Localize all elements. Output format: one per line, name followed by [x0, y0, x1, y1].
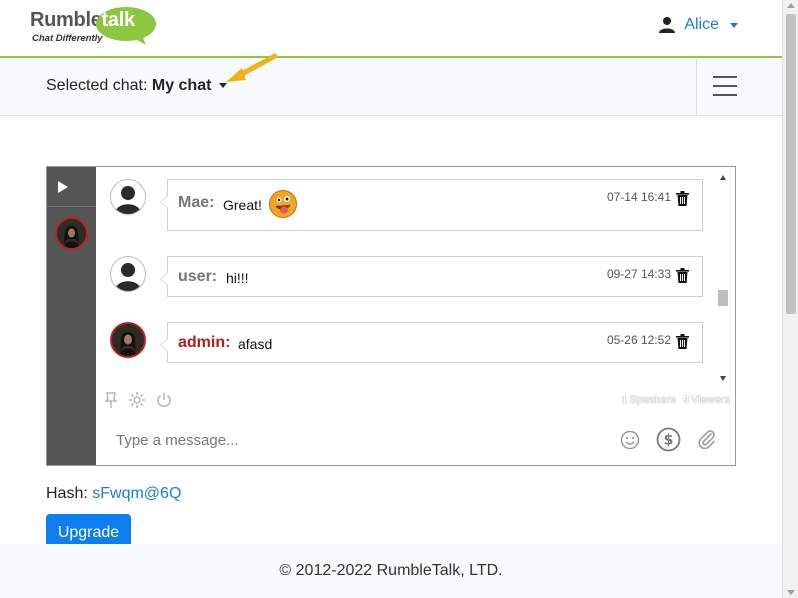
selected-chat-name: My chat [151, 77, 212, 94]
logo-wordmark: Rumbletalk [30, 9, 135, 32]
pin-icon[interactable] [102, 391, 120, 409]
message-list[interactable]: Mae: Great! 07-14 16:41 user: hi!!! 09-2… [96, 167, 736, 387]
expand-sidebar-button[interactable] [47, 167, 96, 207]
default-avatar[interactable] [110, 179, 146, 215]
chevron-down-icon [730, 22, 738, 28]
admin-avatar[interactable] [110, 322, 146, 358]
default-avatar[interactable] [110, 256, 146, 292]
speakers-count: 1 [621, 394, 628, 406]
speakers-label: Speakers [629, 394, 676, 406]
hash-label: Hash: [46, 485, 88, 502]
hamburger-line [713, 76, 737, 78]
trash-icon[interactable] [676, 268, 689, 283]
gear-icon[interactable] [128, 391, 146, 409]
message-input[interactable] [116, 428, 596, 452]
message-list-scrollbar[interactable] [717, 175, 731, 381]
chat-widget: Mae: Great! 07-14 16:41 user: hi!!! 09-2… [46, 166, 736, 466]
selected-chat-bar: Selected chat: My chat [0, 59, 782, 116]
page-scrollbar[interactable] [782, 0, 798, 598]
hash-link[interactable]: sFwqm@6Q [92, 485, 181, 502]
scroll-up-arrow-icon[interactable] [720, 175, 726, 180]
message-input-row: $ [96, 415, 736, 465]
chat-stats: 1 Speakers 0 Viewers [621, 394, 730, 406]
top-navbar: Rumbletalk Chat Differently Alice [0, 0, 782, 58]
trash-icon[interactable] [676, 191, 689, 206]
hamburger-line [713, 94, 737, 96]
viewers-label: Viewers [691, 394, 730, 406]
dollar-icon[interactable]: $ [656, 427, 681, 452]
message-timestamp: 09-27 14:33 [606, 267, 671, 281]
message-bubble: user: hi!!! 09-27 14:33 [160, 256, 703, 297]
message-username[interactable]: Mae: [178, 194, 214, 212]
play-icon [58, 181, 68, 193]
rumbletalk-logo[interactable]: Rumbletalk Chat Differently [30, 7, 160, 49]
user-menu-dropdown[interactable]: Alice [658, 16, 738, 34]
message-timestamp: 05-26 12:52 [606, 333, 671, 347]
logo-tagline: Chat Differently [32, 33, 103, 44]
viewers-count: 0 [682, 394, 690, 406]
chat-sidebar [47, 167, 96, 465]
scroll-down-arrow-icon[interactable] [787, 590, 795, 595]
chat-toolbar: 1 Speakers 0 Viewers [96, 389, 736, 413]
page-footer: © 2012-2022 RumbleTalk, LTD. [0, 544, 782, 598]
paperclip-icon[interactable] [697, 429, 717, 449]
user-name: Alice [684, 16, 719, 33]
footer-copyright: © 2012-2022 RumbleTalk, LTD. [279, 562, 503, 579]
scroll-down-arrow-icon[interactable] [720, 376, 726, 381]
message-text: Great! [223, 197, 262, 213]
chat-selector-dropdown[interactable]: Selected chat: My chat [46, 77, 227, 95]
message-timestamp: 07-14 16:41 [606, 190, 671, 204]
message-text: afasd [238, 336, 273, 352]
power-icon[interactable] [155, 391, 173, 409]
selected-chat-label: Selected chat: [46, 77, 148, 94]
tongue-out-emoji-icon [269, 190, 297, 218]
message-bubble: admin: afasd 05-26 12:52 [160, 322, 703, 363]
message-bubble: Mae: Great! 07-14 16:41 [160, 179, 703, 231]
user-photo-icon [112, 324, 144, 356]
online-user-avatar[interactable] [55, 217, 88, 250]
svg-text:$: $ [664, 433, 674, 449]
emoji-icon[interactable] [620, 430, 640, 450]
logo-word-talk: talk [101, 9, 136, 31]
chat-hash: Hash: sFwqm@6Q [46, 485, 181, 503]
scroll-up-arrow-icon[interactable] [787, 3, 795, 8]
user-icon [659, 17, 676, 33]
hamburger-menu-button[interactable] [696, 59, 782, 116]
user-silhouette-icon [115, 186, 141, 214]
hamburger-line [713, 85, 737, 87]
scrollbar-thumb[interactable] [786, 14, 796, 314]
message-username[interactable]: user: [178, 268, 217, 286]
message-username-admin[interactable]: admin: [178, 334, 230, 352]
logo-word-rumble: Rumble [30, 9, 102, 31]
user-photo-icon [57, 219, 86, 248]
message-text: hi!!! [226, 270, 249, 286]
annotation-arrow-icon [226, 53, 278, 82]
user-silhouette-icon [115, 263, 141, 291]
scrollbar-thumb[interactable] [718, 290, 728, 306]
trash-icon[interactable] [676, 334, 689, 349]
